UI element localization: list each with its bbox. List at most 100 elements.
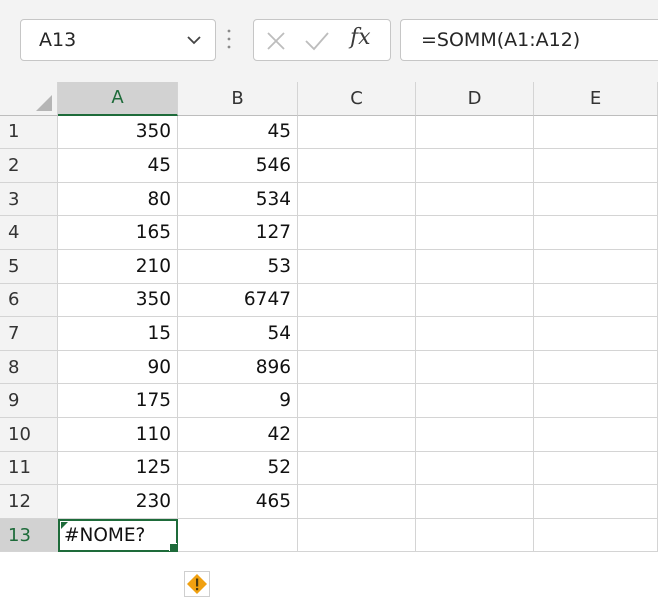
cell-c13[interactable]: [298, 518, 416, 553]
cell-b13[interactable]: [178, 518, 298, 553]
insert-function-button[interactable]: fx: [350, 25, 371, 50]
cell-b2[interactable]: 546: [178, 149, 298, 183]
cell-e5[interactable]: [534, 249, 658, 284]
cell-a7[interactable]: 15: [58, 317, 178, 351]
cell-b3[interactable]: 534: [178, 182, 298, 217]
row-header[interactable]: 5: [0, 249, 58, 284]
cell-d10[interactable]: [416, 417, 534, 452]
cell-d1[interactable]: [416, 115, 534, 150]
cell-d2[interactable]: [416, 149, 534, 183]
row-header[interactable]: 10: [0, 417, 58, 452]
row-header[interactable]: 8: [0, 350, 58, 385]
cell-c2[interactable]: [298, 149, 416, 183]
cell-a13-value: #NOME?: [64, 524, 146, 546]
cell-e7[interactable]: [534, 317, 658, 351]
row-header[interactable]: 9: [0, 384, 58, 418]
cell-c11[interactable]: [298, 451, 416, 486]
check-icon[interactable]: [303, 29, 331, 53]
select-all-corner[interactable]: [0, 82, 58, 116]
cell-d5[interactable]: [416, 249, 534, 284]
column-header-b[interactable]: B: [178, 82, 298, 116]
cell-d11[interactable]: [416, 451, 534, 486]
cell-a6[interactable]: 350: [58, 283, 178, 318]
row-header[interactable]: 2: [0, 149, 58, 183]
cell-e10[interactable]: [534, 417, 658, 452]
close-icon[interactable]: [264, 29, 288, 53]
cell-e2[interactable]: [534, 149, 658, 183]
row-header[interactable]: 6: [0, 283, 58, 318]
cell-d9[interactable]: [416, 384, 534, 418]
cell-d7[interactable]: [416, 317, 534, 351]
warning-icon: [187, 574, 207, 594]
row-header[interactable]: 7: [0, 317, 58, 351]
cell-b8[interactable]: 896: [178, 350, 298, 385]
cell-e11[interactable]: [534, 451, 658, 486]
cell-a3[interactable]: 80: [58, 182, 178, 217]
row-header[interactable]: 4: [0, 216, 58, 250]
cell-b6[interactable]: 6747: [178, 283, 298, 318]
error-options-button[interactable]: [180, 568, 218, 600]
cell-d6[interactable]: [416, 283, 534, 318]
formula-text: =SOMM(A1:A12): [421, 29, 581, 51]
cell-e3[interactable]: [534, 182, 658, 217]
cell-c4[interactable]: [298, 216, 416, 250]
formula-input[interactable]: =SOMM(A1:A12): [400, 19, 658, 61]
cell-b4[interactable]: 127: [178, 216, 298, 250]
cell-e6[interactable]: [534, 283, 658, 318]
cell-b7[interactable]: 54: [178, 317, 298, 351]
cell-e1[interactable]: [534, 115, 658, 150]
cell-c7[interactable]: [298, 317, 416, 351]
cell-b5[interactable]: 53: [178, 249, 298, 284]
cell-b10[interactable]: 42: [178, 417, 298, 452]
cell-d8[interactable]: [416, 350, 534, 385]
cell-e9[interactable]: [534, 384, 658, 418]
select-all-icon: [36, 94, 52, 111]
cell-c6[interactable]: [298, 283, 416, 318]
row-header[interactable]: 3: [0, 182, 58, 217]
cell-a11[interactable]: 125: [58, 451, 178, 486]
row-header-selected[interactable]: 13: [0, 518, 58, 553]
cell-a9[interactable]: 175: [58, 384, 178, 418]
cell-e13[interactable]: [534, 518, 658, 553]
spreadsheet-grid: A B C D E 1 350 45 2 45 546 3 80 534 4 1…: [0, 82, 658, 553]
cell-c9[interactable]: [298, 384, 416, 418]
cell-a10[interactable]: 110: [58, 417, 178, 452]
column-header-e[interactable]: E: [534, 82, 658, 116]
name-box-value: A13: [39, 29, 77, 51]
name-box[interactable]: A13: [20, 19, 216, 61]
cell-d13[interactable]: [416, 518, 534, 553]
active-cell-a13[interactable]: #NOME?: [58, 518, 178, 553]
column-header-d[interactable]: D: [416, 82, 534, 116]
cell-e12[interactable]: [534, 485, 658, 519]
cell-a4[interactable]: 165: [58, 216, 178, 250]
cell-c1[interactable]: [298, 115, 416, 150]
row-header[interactable]: 11: [0, 451, 58, 486]
error-options-frame: [184, 571, 210, 597]
cell-a12[interactable]: 230: [58, 485, 178, 519]
cell-a2[interactable]: 45: [58, 149, 178, 183]
chevron-down-icon[interactable]: [185, 32, 203, 48]
fill-handle[interactable]: [169, 543, 177, 552]
cell-c3[interactable]: [298, 182, 416, 217]
cell-a5[interactable]: 210: [58, 249, 178, 284]
formula-buttons: fx: [253, 19, 391, 61]
cell-a1[interactable]: 350: [58, 115, 178, 150]
cell-b11[interactable]: 52: [178, 451, 298, 486]
column-header-a[interactable]: A: [58, 82, 178, 116]
cell-c5[interactable]: [298, 249, 416, 284]
cell-c8[interactable]: [298, 350, 416, 385]
cell-b12[interactable]: 465: [178, 485, 298, 519]
cell-c10[interactable]: [298, 417, 416, 452]
cell-a8[interactable]: 90: [58, 350, 178, 385]
row-header[interactable]: 12: [0, 485, 58, 519]
column-header-c[interactable]: C: [298, 82, 416, 116]
cell-b1[interactable]: 45: [178, 115, 298, 150]
cell-e4[interactable]: [534, 216, 658, 250]
row-header[interactable]: 1: [0, 115, 58, 150]
cell-d12[interactable]: [416, 485, 534, 519]
cell-e8[interactable]: [534, 350, 658, 385]
cell-b9[interactable]: 9: [178, 384, 298, 418]
cell-d3[interactable]: [416, 182, 534, 217]
cell-d4[interactable]: [416, 216, 534, 250]
cell-c12[interactable]: [298, 485, 416, 519]
